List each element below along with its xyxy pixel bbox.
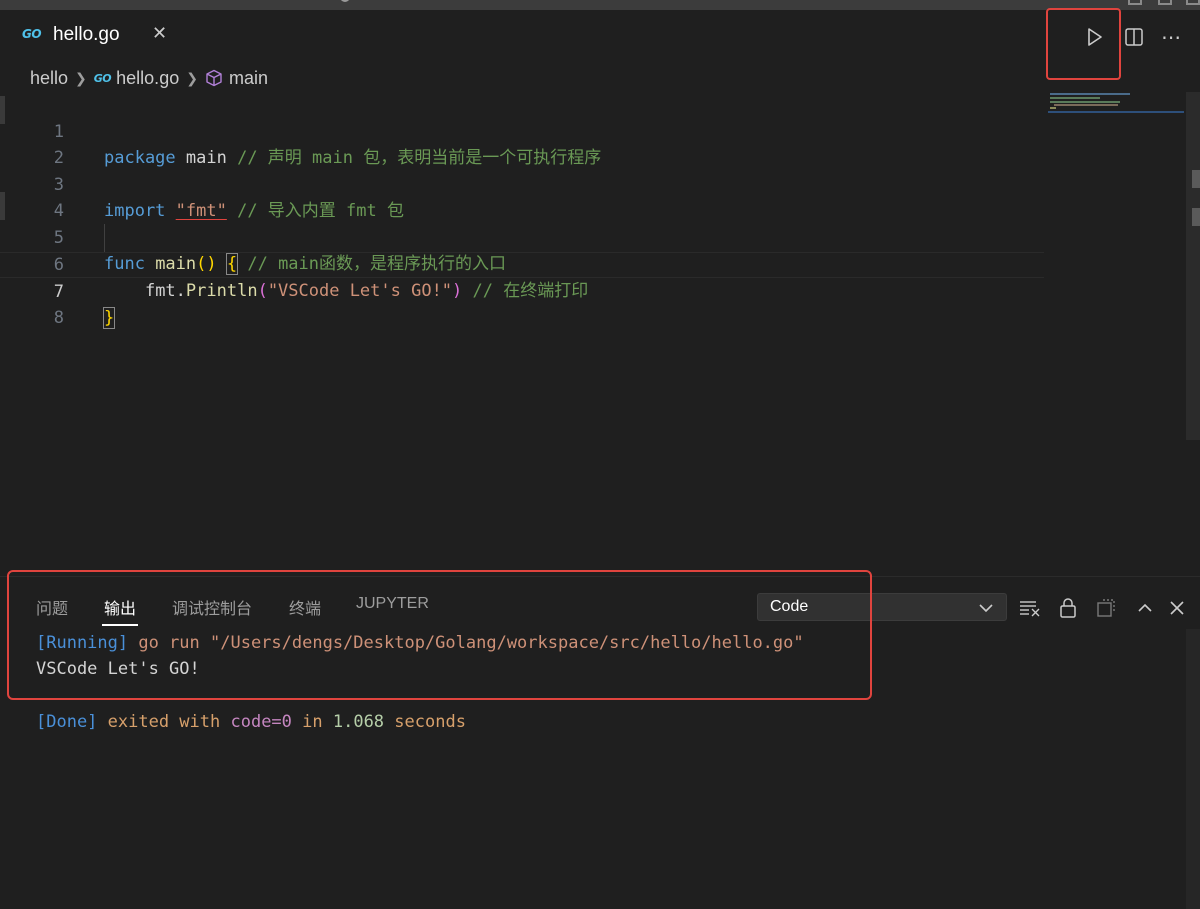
output-highlight bbox=[7, 570, 872, 700]
go-file-icon: GO bbox=[93, 71, 112, 85]
code-line[interactable]: 2 bbox=[0, 119, 1044, 168]
chevron-down-icon bbox=[979, 604, 993, 613]
maximize-panel-button[interactable] bbox=[1133, 596, 1157, 620]
chevron-right-icon: ❯ bbox=[186, 69, 198, 86]
lock-icon bbox=[1060, 598, 1076, 618]
split-editor-icon bbox=[1125, 28, 1143, 46]
open-in-editor-icon bbox=[1097, 599, 1115, 617]
line-number: 8 bbox=[53, 308, 64, 328]
code-line[interactable]: 3 import "fmt" // 导入内置 fmt 包 bbox=[0, 146, 1044, 221]
open-output-editor-button[interactable] bbox=[1094, 596, 1118, 620]
run-button-highlight bbox=[1046, 8, 1121, 80]
code-editor[interactable]: 1 package main // 声明 main 包，表明当前是一个可执行程序… bbox=[0, 92, 1186, 570]
breadcrumb: hello ❯ GO hello.go ❯ main bbox=[30, 66, 268, 90]
minimap-line bbox=[1050, 93, 1130, 95]
clear-output-button[interactable] bbox=[1018, 596, 1042, 620]
panel-scrollbar[interactable] bbox=[1186, 629, 1200, 909]
layout-icon[interactable] bbox=[1158, 0, 1172, 5]
minimap-line bbox=[1050, 101, 1120, 103]
bracket-match: } bbox=[102, 307, 116, 329]
minimap-line bbox=[1054, 104, 1118, 106]
code-line[interactable]: 5 func main() { // main函数，是程序执行的入口 bbox=[0, 199, 1044, 275]
code-line[interactable]: 4 bbox=[0, 172, 1044, 221]
close-icon bbox=[1170, 601, 1184, 615]
close-panel-button[interactable] bbox=[1165, 596, 1189, 620]
code-text: } bbox=[102, 305, 116, 331]
minimap[interactable] bbox=[1048, 92, 1186, 114]
window-title-strip bbox=[0, 0, 1200, 10]
go-file-icon: GO bbox=[22, 27, 42, 41]
symbol-method-icon bbox=[205, 69, 223, 87]
split-editor-button[interactable] bbox=[1121, 24, 1147, 50]
chevron-right-icon: ❯ bbox=[75, 69, 87, 86]
output-line: [Done] exited with code=0 in 1.068 secon… bbox=[36, 712, 466, 732]
scrollbar-thumb[interactable] bbox=[1192, 170, 1200, 188]
more-actions-icon[interactable]: ⋯ bbox=[1158, 24, 1184, 50]
tab-hello-go[interactable]: GO hello.go ✕ bbox=[0, 10, 186, 62]
editor-scrollbar[interactable] bbox=[1186, 92, 1200, 440]
breadcrumb-symbol[interactable]: main bbox=[229, 68, 268, 89]
minimap-line bbox=[1050, 97, 1100, 99]
breadcrumb-folder[interactable]: hello bbox=[30, 68, 68, 89]
close-icon[interactable]: ✕ bbox=[152, 23, 167, 44]
code-line[interactable]: 1 package main // 声明 main 包，表明当前是一个可执行程序 bbox=[0, 93, 1044, 168]
editor-tab-bar: GO hello.go ✕ ⋯ bbox=[0, 10, 1200, 62]
code-line-active[interactable]: 7 } bbox=[0, 252, 1044, 329]
layout-icon[interactable] bbox=[1128, 0, 1142, 5]
chevron-up-icon bbox=[1138, 603, 1152, 612]
minimap-viewport bbox=[1048, 111, 1184, 113]
lock-scroll-button[interactable] bbox=[1056, 596, 1080, 620]
title-fragment bbox=[340, 0, 350, 2]
layout-icon[interactable] bbox=[1186, 0, 1200, 5]
code-line[interactable]: 8 bbox=[0, 279, 1044, 328]
tab-title: hello.go bbox=[53, 24, 120, 45]
breadcrumb-file[interactable]: hello.go bbox=[116, 68, 179, 89]
clear-output-icon bbox=[1020, 601, 1040, 617]
done-tag: [Done] bbox=[36, 712, 98, 732]
elapsed-time: 1.068 bbox=[332, 712, 385, 732]
indent-guide bbox=[104, 224, 105, 252]
minimap-line bbox=[1050, 107, 1056, 109]
exit-code: code=0 bbox=[230, 712, 292, 732]
scrollbar-thumb[interactable] bbox=[1192, 208, 1200, 226]
code-line[interactable]: 6 fmt.Println("VSCode Let's GO!") // 在终端… bbox=[0, 226, 1044, 301]
